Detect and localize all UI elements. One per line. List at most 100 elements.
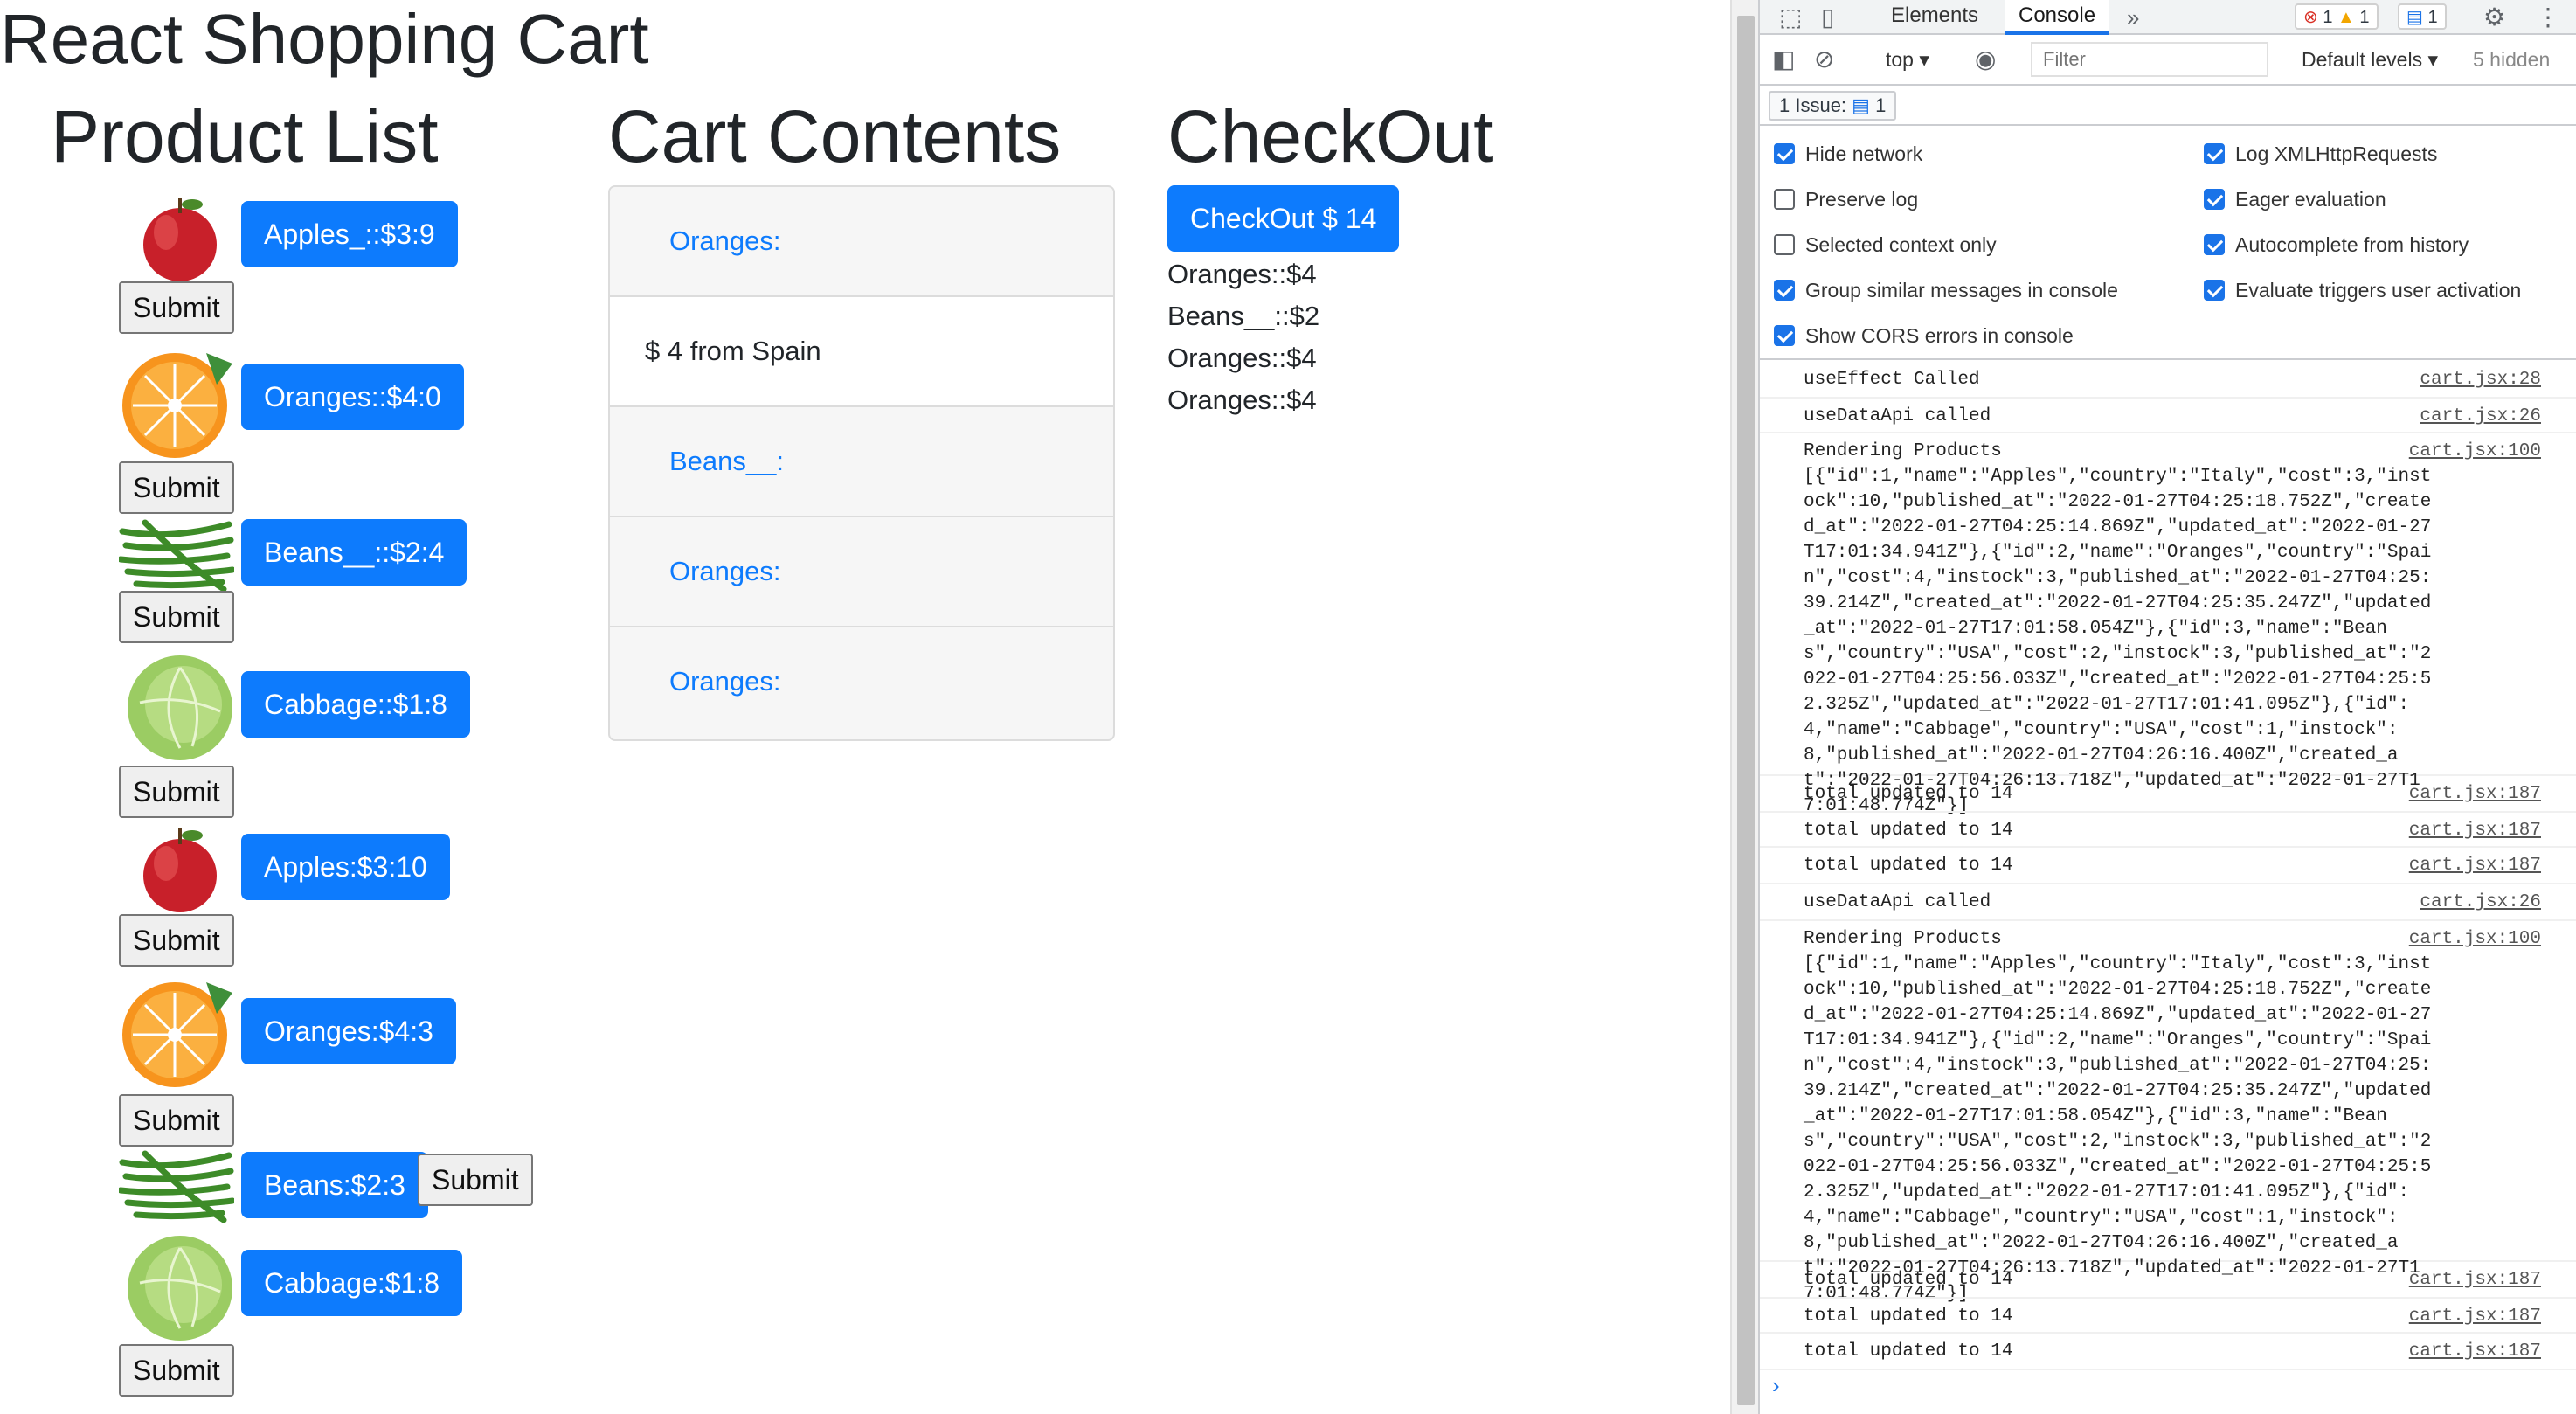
beans-icon (119, 1150, 234, 1223)
clear-console-icon[interactable]: ⊘ (1814, 42, 1834, 77)
checkbox[interactable] (1774, 189, 1795, 210)
checkbox[interactable] (2204, 234, 2225, 255)
filter-input[interactable] (2031, 42, 2268, 77)
log-source-link[interactable]: cart.jsx:187 (2409, 1339, 2541, 1364)
console-message: total updated to 14 cart.jsx:187 (1760, 1334, 2576, 1370)
log-source-link[interactable]: cart.jsx:100 (2409, 439, 2541, 464)
checkbox[interactable] (1774, 325, 1795, 346)
setting-user-activation[interactable]: Evaluate triggers user activation (2204, 273, 2521, 308)
context-select[interactable]: top ▾ (1886, 42, 1929, 77)
log-source-link[interactable]: cart.jsx:26 (2420, 890, 2541, 915)
submit-button[interactable]: Submit (119, 914, 234, 967)
setting-selected-context[interactable]: Selected context only (1774, 227, 1997, 262)
log-text: useDataApi called (1804, 406, 1991, 426)
checkbox[interactable] (1774, 234, 1795, 255)
cart-accordion: Oranges: $ 4 from Spain Beans__: Oranges… (608, 185, 1115, 741)
message-icon: ▤ (1852, 94, 1870, 116)
setting-hide-network[interactable]: Hide network (1774, 136, 1922, 171)
log-source-link[interactable]: cart.jsx:187 (2409, 818, 2541, 843)
tab-elements[interactable]: Elements (1877, 0, 1992, 35)
eye-icon[interactable]: ◉ (1975, 42, 1996, 77)
product-button-oranges[interactable]: Oranges:$4:3 (241, 998, 456, 1064)
messages-badge[interactable]: ▤ 1 (2398, 3, 2447, 30)
tab-console[interactable]: Console (2005, 0, 2110, 35)
product-button-oranges[interactable]: Oranges::$4:0 (241, 364, 464, 430)
shopping-cart-app: React Shopping Cart Product List Cart Co… (0, 0, 1730, 1414)
orange-icon (122, 982, 232, 1087)
checkout-line: Oranges::$4 (1167, 343, 1317, 373)
log-text: total updated to 14 (1804, 1307, 2013, 1327)
submit-button[interactable]: Submit (119, 591, 234, 643)
checkout-line: Oranges::$4 (1167, 385, 1317, 415)
submit-button[interactable]: Submit (119, 1094, 234, 1147)
console-prompt[interactable]: › (1772, 1372, 1780, 1399)
console-output: useEffect Called cart.jsx:28 useDataApi … (1760, 362, 2576, 1414)
setting-label: Eager evaluation (2235, 188, 2386, 211)
scrollbar-thumb[interactable] (1737, 16, 1755, 1405)
cart-item-header[interactable]: Beans__: (610, 407, 1113, 517)
setting-preserve-log[interactable]: Preserve log (1774, 182, 1918, 217)
setting-label: Show CORS errors in console (1805, 324, 2074, 347)
product-button-beans[interactable]: Beans:$2:3 (241, 1152, 428, 1218)
checkbox[interactable] (1774, 143, 1795, 164)
submit-button[interactable]: Submit (119, 766, 234, 818)
checkbox[interactable] (2204, 143, 2225, 164)
page-scrollbar[interactable] (1730, 0, 1758, 1414)
checkout-button[interactable]: CheckOut $ 14 (1167, 185, 1400, 252)
cart-item-link[interactable]: Oranges: (669, 225, 781, 257)
gear-icon[interactable]: ⚙ (2483, 0, 2505, 35)
checkbox[interactable] (2204, 189, 2225, 210)
setting-eager-eval[interactable]: Eager evaluation (2204, 182, 2386, 217)
more-options-icon[interactable]: ⋮ (2536, 0, 2560, 35)
apple-icon (143, 198, 217, 281)
product-button-cabbage[interactable]: Cabbage:$1:8 (241, 1250, 463, 1316)
cart-item-header[interactable]: Oranges: (610, 517, 1113, 627)
log-source-link[interactable]: cart.jsx:187 (2409, 1267, 2541, 1293)
issues-button[interactable]: 1 Issue: ▤ 1 (1769, 91, 1897, 121)
console-message: useDataApi called cart.jsx:26 (1760, 399, 2576, 433)
log-source-link[interactable]: cart.jsx:26 (2420, 404, 2541, 429)
setting-log-xhr[interactable]: Log XMLHttpRequests (2204, 136, 2437, 171)
log-source-link[interactable]: cart.jsx:100 (2409, 926, 2541, 952)
setting-label: Selected context only (1805, 233, 1997, 256)
product-button-apples[interactable]: Apples:$3:10 (241, 834, 450, 900)
log-source-link[interactable]: cart.jsx:187 (2409, 1304, 2541, 1329)
dropdown-arrow-icon: ▾ (2427, 48, 2439, 71)
error-count: 1 (2323, 8, 2333, 27)
log-text: total updated to 14 (1804, 1270, 2013, 1290)
submit-button[interactable]: Submit (119, 1344, 234, 1397)
log-source-link[interactable]: cart.jsx:187 (2409, 781, 2541, 807)
setting-group-similar[interactable]: Group similar messages in console (1774, 273, 2118, 308)
inspect-element-icon[interactable]: ⬚ (1779, 0, 1802, 35)
setting-cors-errors[interactable]: Show CORS errors in console (1774, 318, 2074, 353)
setting-label: Preserve log (1805, 188, 1919, 211)
checkbox[interactable] (1774, 280, 1795, 301)
console-message: useDataApi called cart.jsx:26 (1760, 884, 2576, 921)
product-button-beans[interactable]: Beans__::$2:4 (241, 519, 467, 586)
cart-item-link[interactable]: Oranges: (669, 556, 781, 587)
log-source-link[interactable]: cart.jsx:187 (2409, 853, 2541, 878)
issues-badge[interactable]: ⊗ 1 ▲ 1 (2295, 3, 2379, 30)
issues-bar: 1 Issue: ▤ 1 (1760, 86, 2576, 126)
cart-item-link[interactable]: Oranges: (669, 666, 781, 697)
submit-button[interactable]: Submit (418, 1154, 533, 1206)
submit-button[interactable]: Submit (119, 281, 234, 334)
console-settings: Hide network Preserve log Selected conte… (1760, 126, 2576, 360)
product-button-apples[interactable]: Apples_::$3:9 (241, 201, 458, 267)
double-chevron-right-icon[interactable]: » (2127, 0, 2139, 35)
checkbox[interactable] (2204, 280, 2225, 301)
product-button-cabbage[interactable]: Cabbage::$1:8 (241, 671, 470, 738)
log-levels-select[interactable]: Default levels ▾ (2302, 42, 2438, 77)
sidebar-toggle-icon[interactable]: ◧ (1772, 42, 1795, 77)
console-message: total updated to 14 cart.jsx:187 (1760, 1299, 2576, 1334)
cart-item-header[interactable]: Oranges: (610, 627, 1113, 738)
cart-item-header[interactable]: Oranges: (610, 187, 1113, 297)
cart-item-link[interactable]: Beans__: (669, 446, 784, 477)
console-message: total updated to 14 cart.jsx:187 (1760, 848, 2576, 884)
log-text: total updated to 14 (1804, 784, 2013, 804)
setting-autocomplete[interactable]: Autocomplete from history (2204, 227, 2469, 262)
submit-button[interactable]: Submit (119, 461, 234, 514)
device-toolbar-icon[interactable]: ▯ (1821, 0, 1834, 35)
log-levels-value: Default levels (2302, 48, 2423, 71)
log-source-link[interactable]: cart.jsx:28 (2420, 367, 2541, 392)
